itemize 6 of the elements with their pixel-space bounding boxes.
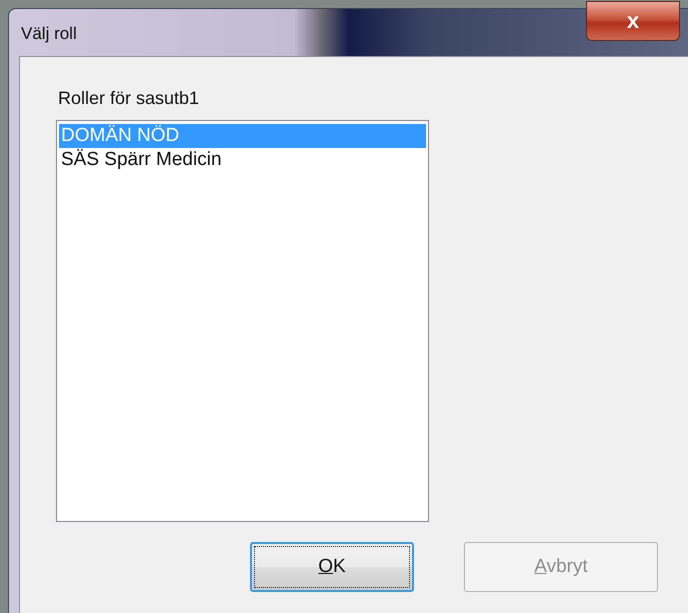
window-title: Välj roll (21, 23, 77, 45)
roles-listbox[interactable]: DOMÄN NÖD SÄS Spärr Medicin (56, 120, 429, 522)
close-button[interactable]: x (586, 1, 680, 41)
roles-label: Roller för sasutb1 (58, 87, 200, 110)
list-item[interactable]: SÄS Spärr Medicin (59, 148, 426, 172)
ok-button[interactable]: OK (250, 542, 414, 592)
